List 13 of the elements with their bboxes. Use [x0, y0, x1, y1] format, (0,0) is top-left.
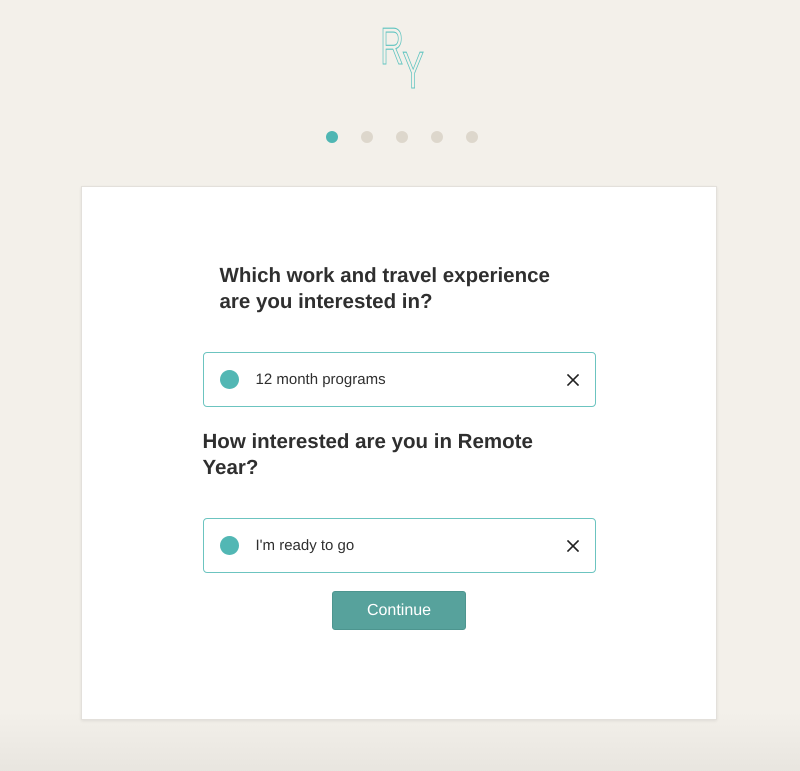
clear-button[interactable]	[566, 374, 578, 386]
answer-value: 12 month programs	[256, 371, 387, 388]
clear-button[interactable]	[566, 540, 578, 552]
question-heading: How interested are you in Remote Year?	[202, 429, 534, 481]
close-icon	[566, 540, 578, 552]
dot-icon	[220, 536, 238, 555]
answer-value: I'm ready to go	[256, 537, 356, 554]
question-heading: Which work and travel experience are you interested in?	[220, 263, 551, 315]
answer-field[interactable]: 12 month programs	[202, 352, 596, 407]
close-icon	[566, 374, 578, 386]
dot-icon	[220, 370, 238, 389]
answer-field[interactable]: I'm ready to go	[202, 518, 596, 573]
logo: RY	[380, 27, 424, 93]
